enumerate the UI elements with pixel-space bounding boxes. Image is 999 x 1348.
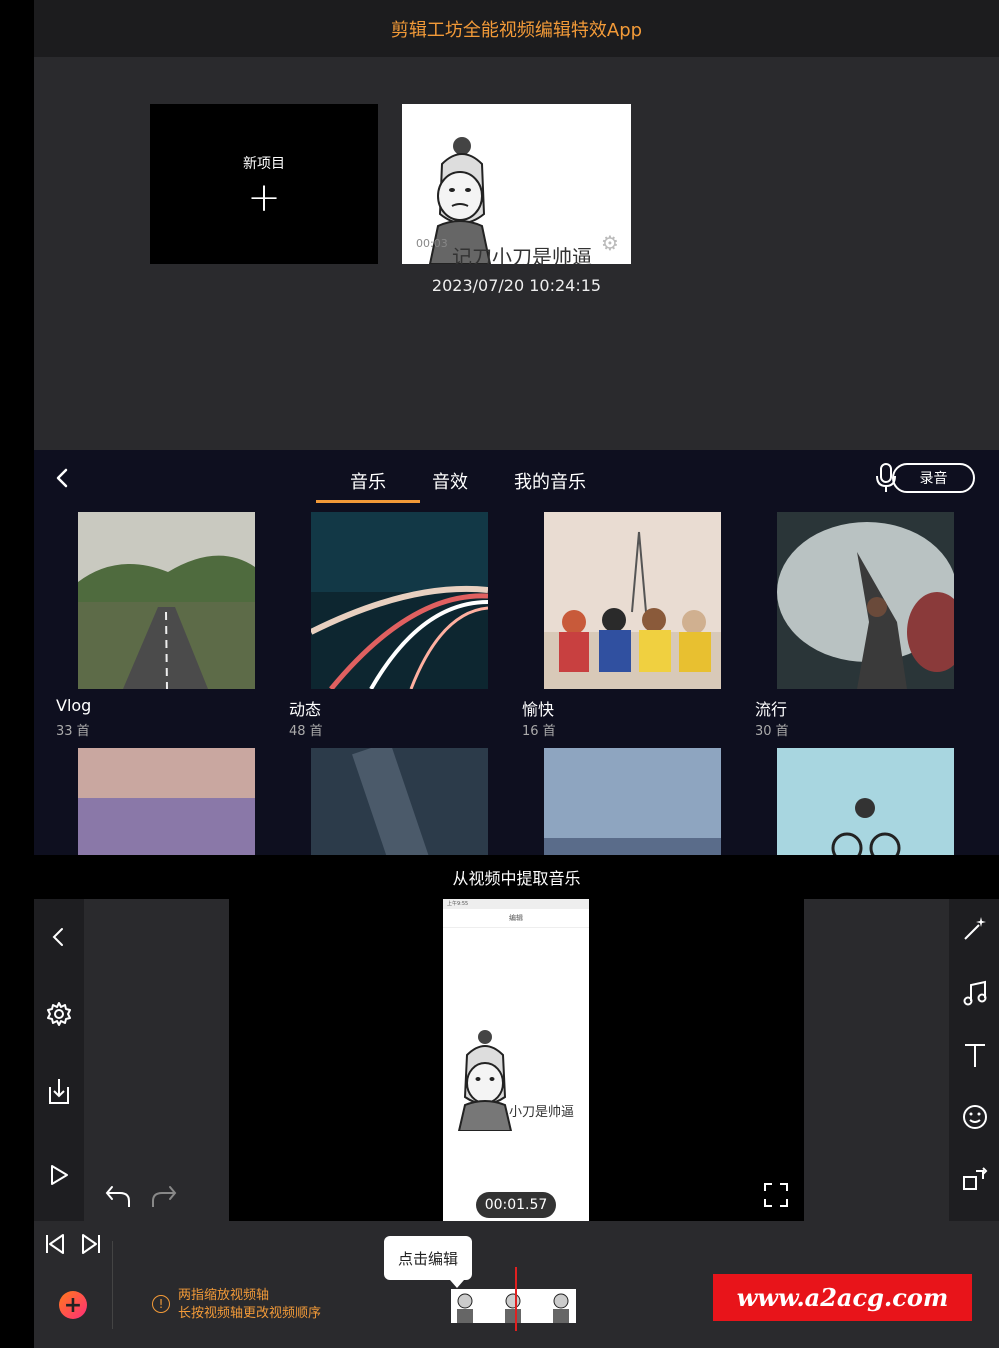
project-thumbnail[interactable]: 00:03 记刀小刀是帅逼 ⚙ — [402, 104, 631, 264]
category-image — [311, 741, 488, 855]
phone-title: 编辑 — [443, 909, 589, 928]
category-card-7[interactable] — [544, 748, 721, 855]
music-note-icon[interactable] — [961, 979, 989, 1007]
phone-status: 上午9:55 — [443, 899, 589, 909]
category-image — [777, 748, 954, 855]
project-settings-icon[interactable]: ⚙ — [599, 232, 621, 254]
export-icon[interactable] — [46, 1077, 72, 1105]
project-caption: 记刀小刀是帅逼 — [452, 245, 592, 264]
undo-redo-area — [84, 899, 229, 1221]
clip-frame — [451, 1289, 493, 1323]
category-card-6[interactable] — [311, 741, 488, 855]
projects-panel: 新项目 + 00:03 记刀小刀是帅逼 ⚙ 2023/07/20 10:24:1… — [34, 57, 999, 450]
watermark: www.a2acg.com — [713, 1274, 972, 1321]
skip-to-end-icon[interactable] — [80, 1233, 102, 1255]
category-card-popular[interactable]: 流行 30 首 — [755, 512, 967, 739]
settings-icon[interactable] — [46, 1001, 72, 1027]
warning-icon: ! — [152, 1295, 170, 1313]
category-count: 16 首 — [522, 724, 556, 739]
category-name: 愉快 — [522, 700, 555, 719]
category-image — [78, 748, 255, 855]
preview-right-margin — [804, 899, 949, 1221]
add-clip-button[interactable]: + — [59, 1291, 87, 1319]
timeline-divider — [112, 1241, 113, 1329]
music-tabs: 音乐 音效 我的音乐 — [316, 468, 632, 503]
timeline-hint: ! 两指缩放视频轴 长按视频轴更改视频顺序 — [152, 1287, 321, 1323]
tab-music[interactable]: 音乐 — [316, 468, 420, 503]
category-image — [78, 512, 255, 690]
category-card-happy[interactable]: 愉快 16 首 — [522, 512, 721, 739]
tab-my-music[interactable]: 我的音乐 — [514, 468, 586, 500]
category-image — [309, 512, 489, 691]
category-card-vlog[interactable]: Vlog 33 首 — [56, 512, 255, 739]
category-image — [544, 748, 721, 855]
edit-tooltip[interactable]: 点击编辑 — [384, 1236, 472, 1288]
app-root: 剪辑工坊全能视频编辑特效App 新项目 + 00:03 记刀小刀是帅逼 ⚙ 20… — [0, 0, 999, 1348]
project-duration: 00:03 — [416, 237, 448, 250]
category-count: 33 首 — [56, 724, 90, 739]
left-toolbar — [34, 899, 84, 1221]
project-date: 2023/07/20 10:24:15 — [431, 276, 602, 295]
category-card-8[interactable] — [777, 748, 954, 855]
back-icon[interactable] — [52, 466, 72, 490]
undo-icon[interactable] — [104, 1183, 132, 1209]
crop-icon[interactable] — [961, 1165, 989, 1193]
editor-title: 从视频中提取音乐 — [34, 855, 999, 899]
hint-line-1: 两指缩放视频轴 — [178, 1288, 270, 1303]
record-button[interactable]: 录音 — [892, 463, 975, 493]
new-project-label: 新项目 — [243, 156, 285, 172]
category-count: 48 首 — [289, 724, 323, 739]
right-toolbar — [949, 899, 999, 1221]
timecode-badge: 00:01.57 — [476, 1192, 556, 1218]
playhead[interactable] — [515, 1267, 517, 1331]
category-name: 流行 — [755, 700, 788, 719]
app-title: 剪辑工坊全能视频编辑特效App — [390, 19, 643, 41]
play-icon[interactable] — [48, 1163, 70, 1187]
text-icon[interactable] — [961, 1041, 989, 1069]
video-preview[interactable]: 上午9:55 编辑 小刀是帅逼 00:01.57 — [229, 899, 804, 1221]
category-card-dynamic[interactable]: 动态 48 首 — [289, 512, 489, 739]
phone-caption: 小刀是帅逼 — [509, 1105, 575, 1120]
category-card-5[interactable] — [78, 748, 255, 855]
emoji-icon[interactable] — [961, 1103, 989, 1131]
app-header: 剪辑工坊全能视频编辑特效App — [34, 0, 999, 57]
category-image — [544, 512, 721, 689]
timeline-panel: + ! 两指缩放视频轴 长按视频轴更改视频顺序 点击编辑 www.a2acg.c… — [34, 1221, 999, 1348]
skip-to-start-icon[interactable] — [44, 1233, 66, 1255]
category-image — [777, 512, 967, 689]
clip-frame — [535, 1289, 576, 1323]
music-library-panel: 音乐 音效 我的音乐 录音 Vlog 33 首 动态 48 首 愉快 16 首 … — [34, 450, 999, 855]
category-count: 30 首 — [755, 724, 789, 739]
back-icon[interactable] — [47, 925, 71, 949]
clip-frame — [493, 1289, 535, 1323]
tab-sound-effects[interactable]: 音效 — [432, 468, 468, 500]
left-edge-bar — [0, 0, 34, 1348]
new-project-button[interactable]: 新项目 + — [150, 104, 378, 264]
magic-wand-icon[interactable] — [961, 915, 989, 943]
category-name: 动态 — [289, 700, 322, 719]
category-name: Vlog — [56, 696, 92, 715]
redo-icon[interactable] — [150, 1183, 178, 1209]
preview-frame: 上午9:55 编辑 小刀是帅逼 — [443, 899, 589, 1221]
hint-line-2: 长按视频轴更改视频顺序 — [178, 1306, 322, 1321]
plus-icon: + — [247, 175, 281, 221]
timeline-clip[interactable] — [451, 1289, 576, 1323]
fullscreen-icon[interactable] — [763, 1182, 789, 1208]
